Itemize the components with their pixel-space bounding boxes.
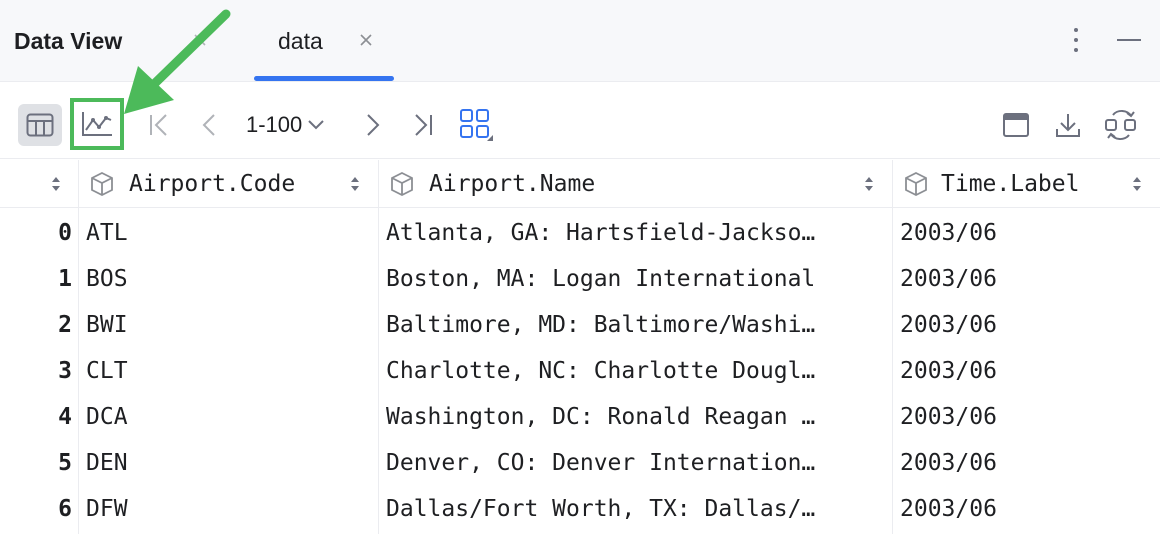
cell-airport-code[interactable]: DFW <box>86 486 376 532</box>
row-index: 6 <box>58 496 72 522</box>
cell-airport-code[interactable]: BOS <box>86 256 376 302</box>
page-range-label: 1-100 <box>246 112 303 137</box>
first-page-button[interactable] <box>144 109 174 141</box>
index-header[interactable] <box>0 160 78 208</box>
cell-airport-code[interactable]: DEN <box>86 440 376 486</box>
cell-airport-name[interactable]: Denver, CO: Denver Internation… <box>386 440 886 486</box>
cell-airport-name[interactable]: Baltimore, MD: Baltimore/Washi… <box>386 302 886 348</box>
prev-page-icon <box>202 114 215 136</box>
download-button[interactable] <box>1052 109 1084 141</box>
next-page-icon <box>367 114 380 136</box>
tab-data-view[interactable]: Data View <box>14 0 206 82</box>
column-header-time-label[interactable]: Time.Label <box>893 160 1160 208</box>
cube-icon <box>391 171 413 197</box>
cell-time-label[interactable]: 2003/06 <box>900 348 1150 394</box>
chart-view-icon <box>82 112 112 136</box>
row-index: 5 <box>58 450 72 476</box>
table-row[interactable]: 1 BOS Boston, MA: Logan International 20… <box>0 256 1160 302</box>
table-row[interactable]: 4 DCA Washington, DC: Ronald Reagan … 20… <box>0 394 1160 440</box>
cell-time-label[interactable]: 2003/06 <box>900 256 1150 302</box>
download-icon <box>1056 114 1080 137</box>
cell-airport-name[interactable]: Washington, DC: Ronald Reagan … <box>386 394 886 440</box>
layout-icon <box>460 109 493 141</box>
window-icon <box>1003 113 1029 137</box>
table-row[interactable]: 0 ATL Atlanta, GA: Hartsfield-Jackso… 20… <box>0 210 1160 256</box>
table-row[interactable]: 2 BWI Baltimore, MD: Baltimore/Washi… 20… <box>0 302 1160 348</box>
tab-bar: Data View data <box>0 0 1160 82</box>
table-row[interactable]: 3 CLT Charlotte, NC: Charlotte Dougl… 20… <box>0 348 1160 394</box>
cell-airport-name[interactable]: Boston, MA: Logan International <box>386 256 886 302</box>
row-index: 2 <box>58 312 72 338</box>
table-row[interactable]: 6 DFW Dallas/Fort Worth, TX: Dallas/… 20… <box>0 486 1160 532</box>
cell-airport-name[interactable]: Dallas/Fort Worth, TX: Dallas/… <box>386 486 886 532</box>
refresh-button[interactable] <box>1102 107 1140 143</box>
tab-data[interactable]: data <box>278 0 372 82</box>
data-table: Airport.Code Airport.Name Time.Label 0 A… <box>0 160 1160 534</box>
column-header-label: Airport.Name <box>429 170 596 197</box>
sort-icon[interactable] <box>349 174 361 194</box>
cell-time-label[interactable]: 2003/06 <box>900 486 1150 532</box>
cell-airport-code[interactable]: CLT <box>86 348 376 394</box>
cell-time-label[interactable]: 2003/06 <box>900 302 1150 348</box>
row-index: 1 <box>58 266 72 292</box>
window-button[interactable] <box>1000 109 1032 141</box>
table-view-button[interactable] <box>18 104 62 146</box>
cube-icon <box>91 171 113 197</box>
chevron-down-icon <box>308 120 324 130</box>
sort-icon[interactable] <box>863 174 875 194</box>
row-index: 3 <box>58 358 72 384</box>
column-header-label: Time.Label <box>941 170 1080 197</box>
cell-time-label[interactable]: 2003/06 <box>900 440 1150 486</box>
sort-icon[interactable] <box>1131 174 1143 194</box>
table-view-icon <box>26 113 54 137</box>
cell-airport-code[interactable]: ATL <box>86 210 376 256</box>
cell-airport-code[interactable]: DCA <box>86 394 376 440</box>
active-tab-indicator <box>254 76 394 81</box>
last-page-icon <box>415 114 432 136</box>
close-icon[interactable] <box>356 30 376 50</box>
next-page-button[interactable] <box>358 109 386 141</box>
row-index: 0 <box>58 220 72 246</box>
column-header-airport-code[interactable]: Airport.Code <box>79 160 378 208</box>
cell-time-label[interactable]: 2003/06 <box>900 210 1150 256</box>
prev-page-button[interactable] <box>196 109 224 141</box>
minimize-icon[interactable] <box>1114 28 1144 52</box>
cube-icon <box>905 171 927 197</box>
sort-icon[interactable] <box>50 174 62 194</box>
toolbar: 1-100 <box>0 83 1160 159</box>
refresh-icon <box>1105 109 1136 141</box>
page-range-selector[interactable]: 1-100 <box>246 107 342 143</box>
column-header-label: Airport.Code <box>129 170 296 197</box>
row-index: 4 <box>58 404 72 430</box>
tab-data-view-label: Data View <box>14 27 123 54</box>
column-header-airport-name[interactable]: Airport.Name <box>379 160 892 208</box>
cell-airport-name[interactable]: Atlanta, GA: Hartsfield-Jackso… <box>386 210 886 256</box>
chart-view-button[interactable] <box>70 98 124 150</box>
table-row[interactable]: 5 DEN Denver, CO: Denver Internation… 20… <box>0 440 1160 486</box>
cell-airport-code[interactable]: BWI <box>86 302 376 348</box>
tab-data-label: data <box>278 27 323 54</box>
cell-time-label[interactable]: 2003/06 <box>900 394 1150 440</box>
close-icon[interactable] <box>190 30 210 50</box>
more-options-icon[interactable] <box>1064 26 1088 54</box>
layout-button[interactable] <box>458 107 496 143</box>
first-page-icon <box>150 114 167 136</box>
last-page-button[interactable] <box>408 109 438 141</box>
cell-airport-name[interactable]: Charlotte, NC: Charlotte Dougl… <box>386 348 886 394</box>
